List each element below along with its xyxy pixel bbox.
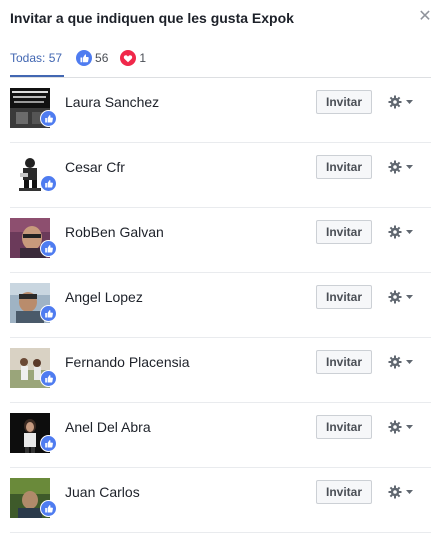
like-badge-icon [40,240,57,257]
invite-button[interactable]: Invitar [316,285,372,309]
person-name[interactable]: Cesar Cfr [65,159,125,175]
love-icon [120,49,137,66]
tab-all-label: Todas: 57 [10,50,63,65]
tab-loves[interactable]: 1 [120,40,146,75]
gear-icon[interactable] [388,159,416,175]
tab-all[interactable]: Todas: 57 [10,40,65,77]
gear-icon[interactable] [388,289,416,305]
people-list: Laura Sanchez Invitar Cesar Cfr Invitar [0,78,441,533]
like-badge-icon [40,435,57,452]
like-icon [76,49,93,66]
list-item: Angel Lopez Invitar [0,273,441,338]
invite-button[interactable]: Invitar [316,350,372,374]
list-item: Cesar Cfr Invitar [0,143,441,208]
invite-button[interactable]: Invitar [316,90,372,114]
invite-button[interactable]: Invitar [316,220,372,244]
like-badge-icon [40,110,57,127]
list-item: Juan Carlos Invitar [0,468,441,533]
tab-likes[interactable]: 56 [76,40,108,75]
person-name[interactable]: Fernando Placensia [65,354,190,370]
list-item: Laura Sanchez Invitar [0,78,441,143]
tab-loves-count: 1 [139,50,147,65]
dialog-header: Invitar a que indiquen que les gusta Exp… [0,0,441,40]
invite-button[interactable]: Invitar [316,155,372,179]
list-item: RobBen Galvan Invitar [0,208,441,273]
person-name[interactable]: RobBen Galvan [65,224,164,240]
like-badge-icon [40,370,57,387]
dialog-title: Invitar a que indiquen que les gusta Exp… [10,10,294,26]
person-name[interactable]: Anel Del Abra [65,419,151,435]
person-name[interactable]: Laura Sanchez [65,94,159,110]
reaction-tabs: Todas: 57 56 1 [10,40,158,77]
gear-icon[interactable] [388,224,416,240]
invite-button[interactable]: Invitar [316,480,372,504]
gear-icon[interactable] [388,94,416,110]
gear-icon[interactable] [388,419,416,435]
list-item: Fernando Placensia Invitar [0,338,441,403]
gear-icon[interactable] [388,484,416,500]
invite-button[interactable]: Invitar [316,415,372,439]
like-badge-icon [40,175,57,192]
like-badge-icon [40,305,57,322]
tab-likes-count: 56 [95,50,109,65]
person-name[interactable]: Angel Lopez [65,289,143,305]
person-name[interactable]: Juan Carlos [65,484,140,500]
close-icon[interactable]: ✕ [418,9,432,25]
gear-icon[interactable] [388,354,416,370]
list-item: Anel Del Abra Invitar [0,403,441,468]
like-badge-icon [40,500,57,517]
